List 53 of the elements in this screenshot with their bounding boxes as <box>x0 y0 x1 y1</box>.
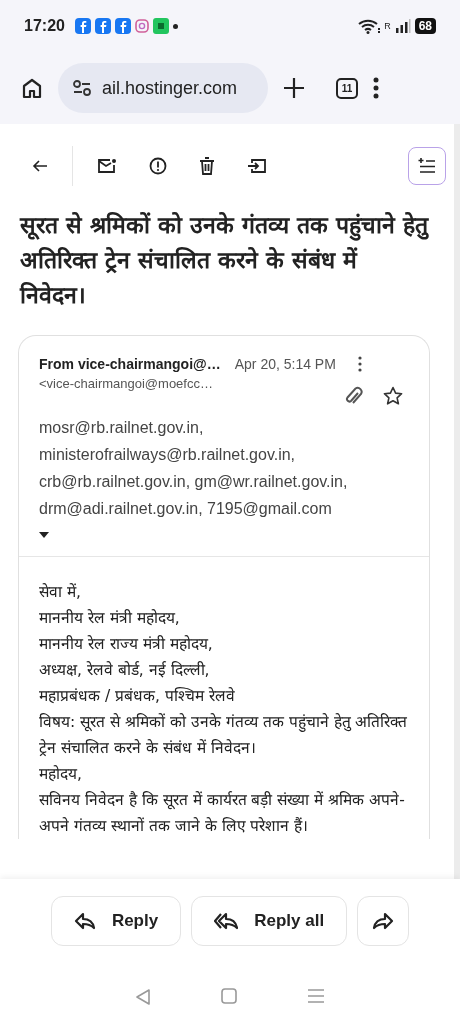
reply-all-button[interactable]: Reply all <box>191 896 348 946</box>
body-line: सेवा में, <box>39 582 82 603</box>
outline-button[interactable] <box>408 147 446 185</box>
body-line: विषय: सूरत से श्रमिकों को उनके गंतव्य तक पहुंचाने हेतु अतिरिक्त ट्रेन संचालित करने के संबंध में निवेदन। <box>39 712 409 759</box>
reply-icon <box>73 912 96 930</box>
plus-icon[interactable] <box>282 76 306 100</box>
caret-icon[interactable] <box>39 532 49 538</box>
body-line: माननीय रेल राज्य मंत्री महोदय, <box>39 634 214 655</box>
dot-icon <box>172 23 178 29</box>
spam-icon[interactable] <box>149 157 167 175</box>
status-time: 17:20 <box>24 17 65 35</box>
menu-icon[interactable] <box>372 76 380 100</box>
forward-button[interactable] <box>357 896 410 946</box>
back-icon[interactable] <box>32 160 48 172</box>
back-nav-icon[interactable] <box>135 988 151 1006</box>
recipient-line: ministerofrailways@rb.railnet.gov.in, <box>39 445 297 465</box>
notification-icon <box>114 18 131 34</box>
mark-unread-icon[interactable] <box>97 158 117 174</box>
network-label: R <box>384 21 391 31</box>
tab-count-button[interactable]: 11 <box>336 77 358 99</box>
site-settings-icon[interactable] <box>72 79 92 97</box>
battery-indicator: 68 <box>414 18 436 34</box>
body-line: महोदय, <box>39 764 83 785</box>
attachment-icon[interactable] <box>345 386 363 406</box>
sender-name[interactable]: From vice-chairmangoi@… <box>39 356 221 372</box>
notification-icon <box>134 19 149 33</box>
body-line: महाप्रबंधक / प्रबंधक, पश्चिम रेलवे <box>39 686 236 707</box>
email-subject: सूरत से श्रमिकों को उनके गंतव्य तक पहुंचाने हेतु अतिरिक्त ट्रेन संचालित करने के संबंध में निवेदन। <box>20 211 430 310</box>
body-line: माननीय रेल मंत्री महोदय, <box>39 608 181 629</box>
star-icon[interactable] <box>383 386 403 406</box>
home-nav-icon[interactable] <box>221 988 237 1004</box>
more-icon[interactable] <box>357 356 362 372</box>
list-icon <box>418 157 436 175</box>
body-line: अध्यक्ष, रेलवे बोर्ड, नई दिल्ली, <box>39 660 211 681</box>
move-icon[interactable] <box>247 158 267 174</box>
reply-button[interactable]: Reply <box>50 896 182 946</box>
notification-icon <box>94 18 111 34</box>
email-date: Apr 20, 5:14 PM <box>234 356 336 372</box>
sender-address: <vice-chairmangoi@moefcc… <box>39 376 213 391</box>
address-bar[interactable]: ail.hostinger.com <box>58 63 268 113</box>
recipient-line: mosr@rb.railnet.gov.in, <box>39 418 205 438</box>
forward-icon <box>372 912 395 930</box>
trash-icon[interactable] <box>199 157 215 175</box>
url-text: ail.hostinger.com <box>102 77 238 99</box>
notification-icon <box>74 18 91 34</box>
recipient-line: crb@rb.railnet.gov.in, gm@wr.railnet.gov.in, <box>39 472 349 492</box>
body-line: सविनय निवेदन है कि सूरत में कार्यरत बड़ी संख्या में श्रमिक अपने-अपने गंतव्य स्थानों तक जाने के लिए परेशान हैं। <box>39 790 406 837</box>
reply-all-icon <box>214 912 239 930</box>
notification-icon <box>152 18 169 34</box>
home-icon[interactable] <box>20 76 44 100</box>
recipient-line: drm@adi.railnet.gov.in, 7195@gmail.com <box>39 499 333 519</box>
signal-icon <box>394 19 411 33</box>
wifi-icon <box>358 18 381 34</box>
